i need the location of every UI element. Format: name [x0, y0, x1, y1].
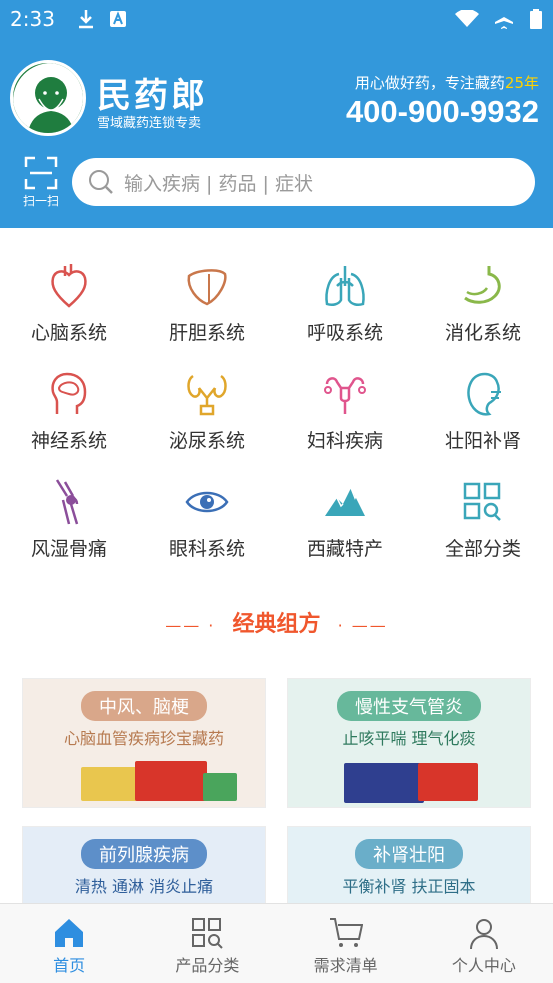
category-urinary[interactable]: 泌尿系统: [138, 370, 276, 453]
category-search-icon: [192, 918, 224, 949]
section-dash-left: —— ·: [165, 616, 216, 635]
knee-joint-icon: [55, 479, 79, 525]
heart-icon: [51, 264, 87, 308]
bottom-nav: 首页 产品分类 需求清单 个人中心: [0, 903, 553, 983]
nav-label: 首页: [53, 956, 86, 975]
scan-icon: [24, 156, 58, 190]
grid-search-icon: [463, 482, 501, 521]
category-label: 妇科疾病: [306, 430, 383, 452]
brand-subtitle: 雪域藏药连锁专卖: [97, 116, 202, 131]
category-neuro[interactable]: 神经系统: [0, 370, 138, 453]
category-ophthalmology[interactable]: 眼科系统: [138, 478, 276, 561]
category-cardio[interactable]: 心脑系统: [0, 262, 138, 345]
liver-icon: [187, 269, 227, 306]
banner-bronchitis[interactable]: 慢性支气管炎 止咳平喘 理气化痰: [287, 678, 531, 808]
nav-home[interactable]: 首页: [0, 904, 138, 983]
uterus-icon: [324, 377, 366, 414]
scan-label: 扫一扫: [22, 194, 59, 208]
category-digestive[interactable]: 消化系统: [414, 262, 552, 345]
brain-head-icon: [51, 372, 87, 414]
search-icon: [89, 170, 113, 194]
category-label: 肝胆系统: [168, 322, 245, 344]
search-input[interactable]: 输入疾病 | 药品 | 症状: [72, 158, 535, 206]
banner-title: 慢性支气管炎: [337, 691, 481, 721]
lungs-icon: [325, 266, 365, 307]
banner-subtitle: 心脑血管疾病珍宝藏药: [63, 729, 224, 748]
status-time: 2:33: [10, 7, 55, 31]
battery-icon: [530, 9, 542, 29]
nav-label: 需求清单: [313, 956, 378, 975]
category-all[interactable]: 全部分类: [414, 478, 552, 561]
banner-title: 补肾壮阳: [355, 839, 463, 869]
kidneys-icon: [187, 374, 227, 416]
nav-label: 个人中心: [451, 956, 516, 975]
section-title: —— · 经典组方 · ——: [0, 606, 553, 638]
category-label: 全部分类: [444, 538, 521, 560]
stomach-icon: [464, 266, 501, 304]
category-label: 呼吸系统: [306, 322, 383, 344]
mountain-icon: [325, 487, 365, 516]
medicine-box-image: [81, 767, 139, 801]
cart-icon: [329, 918, 363, 947]
banner-subtitle: 清热 通淋 消炎止痛: [74, 877, 214, 896]
font-a-icon: [109, 11, 126, 27]
category-label: 消化系统: [444, 322, 521, 344]
brand-name: 民药郎: [97, 76, 208, 116]
category-label: 眼科系统: [168, 538, 245, 560]
airplane-icon: [495, 9, 513, 29]
section-dash-right: · ——: [337, 616, 388, 635]
category-label: 西藏特产: [306, 538, 383, 560]
scan-button[interactable]: 扫一扫: [18, 156, 64, 216]
nav-categories[interactable]: 产品分类: [138, 904, 276, 983]
category-label: 泌尿系统: [168, 430, 245, 452]
slogan-years: 25年: [504, 74, 539, 92]
slogan-text: 用心做好药，专注藏药: [354, 74, 505, 92]
category-gynecology[interactable]: 妇科疾病: [276, 370, 414, 453]
download-icon: [78, 10, 93, 29]
status-bar: 2:33: [0, 0, 553, 38]
kidney-icon: [467, 372, 501, 416]
nav-label: 产品分类: [175, 956, 240, 975]
nav-profile[interactable]: 个人中心: [415, 904, 553, 983]
category-kidney[interactable]: 壮阳补肾: [414, 370, 552, 453]
category-respiratory[interactable]: 呼吸系统: [276, 262, 414, 345]
banner-subtitle: 平衡补肾 扶正固本: [342, 877, 476, 896]
medicine-box-image: [135, 761, 207, 801]
hotline-number[interactable]: 400-900-9932: [346, 94, 539, 130]
banner-title: 中风、脑梗: [81, 691, 207, 721]
category-rheumatism[interactable]: 风湿骨痛: [0, 478, 138, 561]
app-header: 民药郎 雪域藏药连锁专卖 用心做好药，专注藏药25年 400-900-9932 …: [0, 38, 553, 228]
eye-icon: [185, 491, 229, 513]
brand-logo: [10, 60, 86, 136]
banner-title: 前列腺疾病: [81, 839, 207, 869]
home-icon: [55, 919, 84, 947]
category-label: 心脑系统: [30, 322, 107, 344]
banner-subtitle: 止咳平喘 理气化痰: [342, 729, 476, 748]
nav-cart[interactable]: 需求清单: [277, 904, 415, 983]
person-icon: [469, 919, 498, 950]
medicine-box-image: [203, 773, 237, 801]
category-label: 壮阳补肾: [444, 430, 521, 452]
section-title-text: 经典组方: [232, 612, 321, 637]
category-label: 风湿骨痛: [30, 538, 107, 560]
slogan: 用心做好药，专注藏药25年: [355, 72, 539, 93]
wifi-icon: [455, 10, 479, 27]
banner-stroke[interactable]: 中风、脑梗 心脑血管疾病珍宝藏药: [22, 678, 266, 808]
category-label: 神经系统: [30, 430, 107, 452]
search-placeholder: 输入疾病 | 药品 | 症状: [124, 172, 313, 195]
medicine-box-image: [418, 763, 478, 801]
category-liver[interactable]: 肝胆系统: [138, 262, 276, 345]
category-tibet-specialty[interactable]: 西藏特产: [276, 478, 414, 561]
medicine-box-image: [344, 763, 424, 803]
